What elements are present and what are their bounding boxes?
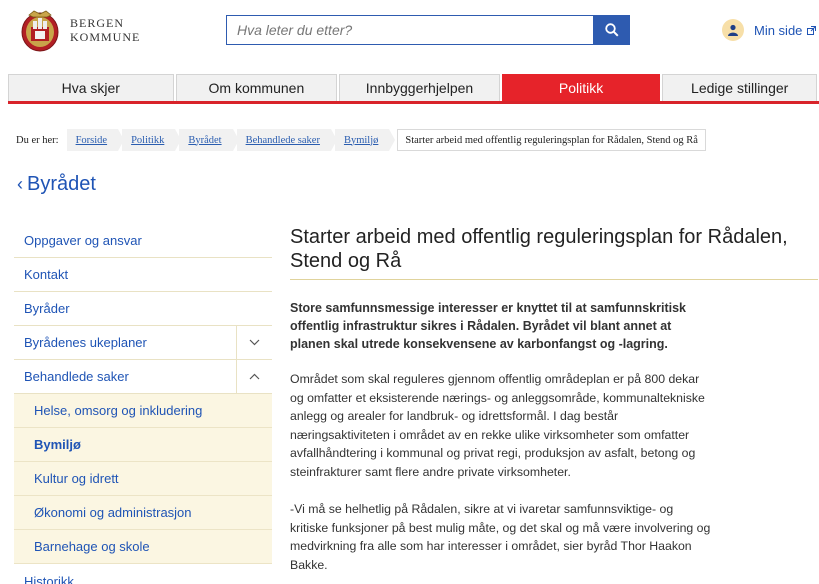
chevron-up-icon <box>249 373 260 380</box>
sidebar-item-historikk[interactable]: Historikk <box>14 564 272 584</box>
bergen-kommune-logo[interactable] <box>20 9 60 53</box>
sidebar-item-label: Behandlede saker <box>24 369 129 384</box>
sidebar-item-ukeplaner[interactable]: Byrådenes ukeplaner <box>14 326 272 360</box>
article: Starter arbeid med offentlig regulerings… <box>290 225 818 574</box>
sidebar-item-behandlede-saker[interactable]: Behandlede saker <box>14 360 272 394</box>
nav-tab-om-kommunen[interactable]: Om kommunen <box>175 74 338 101</box>
sidebar-item-byrader[interactable]: Byråder <box>14 292 272 326</box>
chevron-left-icon: ‹ <box>17 174 23 194</box>
sidebar-item-oppgaver[interactable]: Oppgaver og ansvar <box>14 224 272 258</box>
nav-tab-label: Ledige stillinger <box>691 80 789 96</box>
search-button[interactable] <box>593 15 630 45</box>
sidebar-nav: Oppgaver og ansvar Kontakt Byråder Byråd… <box>14 224 272 584</box>
breadcrumb-prefix: Du er her: <box>16 134 59 146</box>
nav-tab-hva-skjer[interactable]: Hva skjer <box>8 74 174 101</box>
nav-tab-label: Politikk <box>558 80 604 96</box>
breadcrumb-item: Behandlede saker <box>236 129 338 151</box>
breadcrumb-item: Forside <box>66 129 124 151</box>
breadcrumb-link-byradet[interactable]: Byrådet <box>188 135 221 146</box>
my-page-link[interactable]: Min side <box>722 19 817 41</box>
brand-line-2: KOMMUNE <box>70 30 141 44</box>
sidebar-subitem-label: Kultur og idrett <box>34 471 119 486</box>
sidebar-item-label: Byråder <box>24 301 70 316</box>
sidebar-item-label: Kontakt <box>24 267 69 282</box>
breadcrumb-link-bymiljo[interactable]: Bymiljø <box>344 135 378 146</box>
nav-tab-label: Hva skjer <box>61 80 120 96</box>
breadcrumb-item: Politikk <box>122 129 182 151</box>
nav-tab-innbyggerhjelpen[interactable]: Innbyggerhjelpen <box>339 74 500 101</box>
section-back-label: Byrådet <box>27 173 96 195</box>
chevron-down-icon <box>249 339 260 346</box>
sidebar-subitem-bymiljo[interactable]: Bymiljø <box>14 428 272 462</box>
user-icon <box>722 19 744 41</box>
breadcrumb-link-behandlede-saker[interactable]: Behandlede saker <box>246 135 320 146</box>
brand-line-1: BERGEN <box>70 16 124 30</box>
sidebar-subitem-kultur[interactable]: Kultur og idrett <box>14 462 272 496</box>
external-link-icon <box>807 23 817 38</box>
breadcrumb-current: Starter arbeid med offentlig regulerings… <box>397 129 706 151</box>
sidebar-submenu: Helse, omsorg og inkludering Bymiljø Kul… <box>14 394 272 564</box>
sidebar-item-label: Byrådenes ukeplaner <box>24 335 147 350</box>
breadcrumb-link-forside[interactable]: Forside <box>76 135 108 146</box>
article-paragraph: -Vi må se helhetlig på Rådalen, sikre at… <box>290 502 711 572</box>
breadcrumb-item: Bymiljø <box>334 129 396 151</box>
sidebar-item-kontakt[interactable]: Kontakt <box>14 258 272 292</box>
nav-tab-ledige-stillinger[interactable]: Ledige stillinger <box>662 74 817 101</box>
brand-name: BERGEN KOMMUNE <box>70 16 140 44</box>
breadcrumb-item: Byrådet <box>179 129 239 151</box>
sidebar-subitem-label: Barnehage og skole <box>34 539 150 554</box>
nav-tab-label: Om kommunen <box>208 80 305 96</box>
sidebar-subitem-barnehage[interactable]: Barnehage og skole <box>14 530 272 564</box>
breadcrumb-link-politikk[interactable]: Politikk <box>131 135 164 146</box>
expand-toggle[interactable] <box>236 326 272 359</box>
nav-tab-label: Innbyggerhjelpen <box>365 80 474 96</box>
breadcrumb: Du er her: Forside Politikk Byrådet Beha… <box>16 129 706 151</box>
main-nav: Hva skjer Om kommunen Innbyggerhjelpen P… <box>8 74 819 104</box>
search-icon <box>604 23 619 37</box>
section-back-link[interactable]: ‹ Byrådet <box>17 173 96 196</box>
sidebar-subitem-label: Helse, omsorg og inkludering <box>34 403 203 418</box>
collapse-toggle[interactable] <box>236 360 272 393</box>
sidebar-subitem-helse[interactable]: Helse, omsorg og inkludering <box>14 394 272 428</box>
search-bar <box>226 15 630 45</box>
sidebar-subitem-label: Økonomi og administrasjon <box>34 505 192 520</box>
sidebar-subitem-okonomi[interactable]: Økonomi og administrasjon <box>14 496 272 530</box>
search-input[interactable] <box>226 15 593 45</box>
article-lead: Store samfunnsmessige interesser er knyt… <box>290 301 686 351</box>
article-paragraph: Området som skal reguleres gjennom offen… <box>290 372 705 479</box>
sidebar-item-label: Historikk <box>24 573 74 584</box>
my-page-label: Min side <box>754 22 803 38</box>
sidebar-item-label: Oppgaver og ansvar <box>24 233 142 248</box>
article-title: Starter arbeid med offentlig regulerings… <box>290 225 818 280</box>
nav-tab-politikk[interactable]: Politikk <box>501 74 661 101</box>
sidebar-subitem-label: Bymiljø <box>34 437 81 452</box>
